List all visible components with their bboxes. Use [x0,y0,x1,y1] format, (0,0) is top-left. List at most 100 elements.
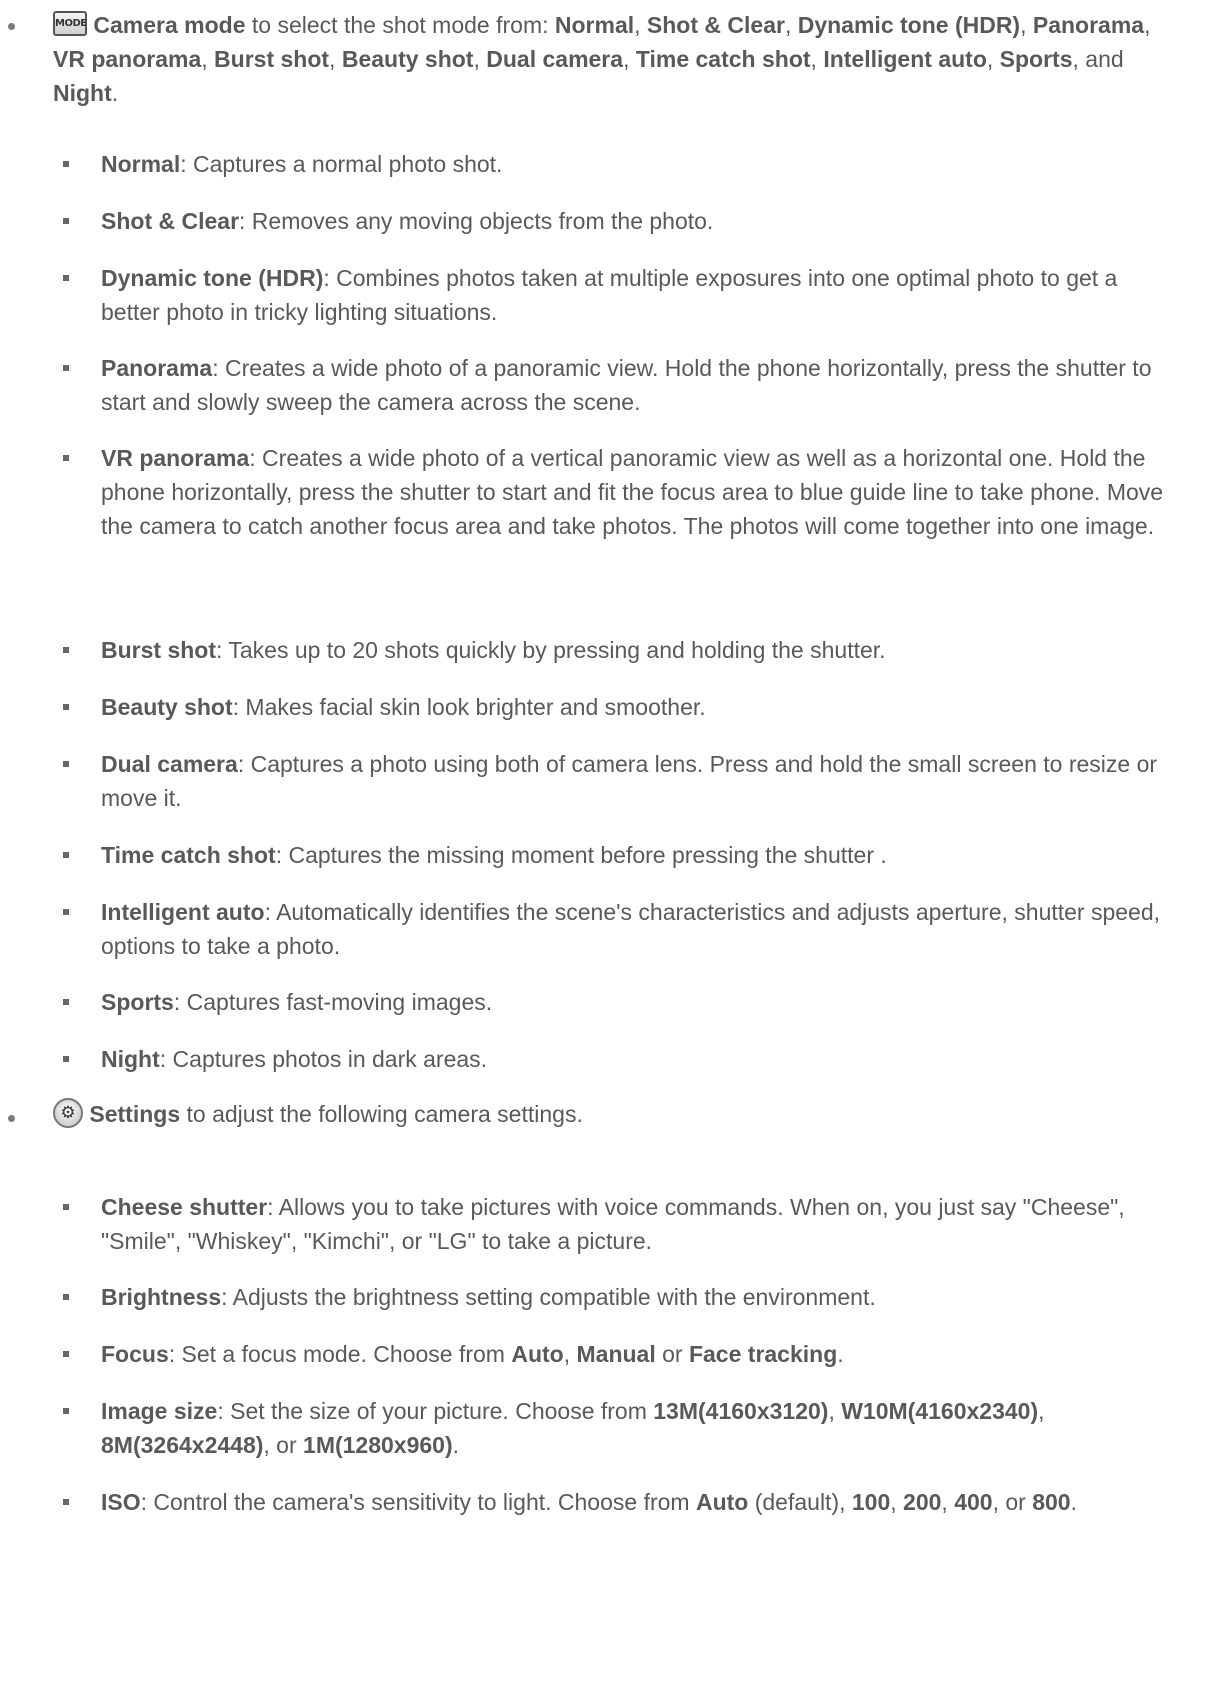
terminator: . [452,1432,460,1458]
bullet-square [63,218,69,224]
size-option-w10m: W10M(4160x2340) [841,1398,1039,1424]
iso-option-auto: Auto [695,1489,749,1515]
mode-list-separator: , and [1072,46,1124,72]
mode-icon: MODE [53,11,87,36]
gear-icon: ⚙ [53,1098,83,1128]
mode-item-sports: Sports: Captures fast-moving images. [63,985,1178,1019]
mode-list-name: Dual camera [486,46,624,72]
mode-name: Time catch shot [101,842,276,868]
mode-list-separator: , [784,12,798,38]
mode-name: Sports [101,989,174,1015]
mode-desc: : Captures a photo using both of camera … [101,751,1158,811]
separator: , [1038,1398,1045,1424]
separator: (default), [748,1489,852,1515]
settings-intro: to adjust the following camera settings. [180,1101,583,1127]
bullet-square [63,704,69,710]
setting-name: ISO [101,1489,141,1515]
setting-item-iso: ISO: Control the camera's sensitivity to… [63,1485,1178,1519]
bullet-square [63,999,69,1005]
mode-list-separator: , [1144,12,1151,38]
bullet-square [63,761,69,767]
mode-item-burst-shot: Burst shot: Takes up to 20 shots quickly… [63,633,1178,667]
mode-desc: : Captures fast-moving images. [173,989,493,1015]
mode-name: Panorama [101,355,213,381]
bullet-square [63,1294,69,1300]
bullet-square [63,1351,69,1357]
mode-list-name: VR panorama [53,46,202,72]
mode-desc: : Takes up to 20 shots quickly by pressi… [216,637,886,663]
mode-item-dual-camera: Dual camera: Captures a photo using both… [63,747,1178,815]
mode-desc: : Creates a wide photo of a panoramic vi… [101,355,1152,415]
mode-list-separator: , [623,46,636,72]
mode-item-night: Night: Captures photos in dark areas. [63,1042,1178,1076]
mode-item-panorama: Panorama: Creates a wide photo of a pano… [63,351,1178,419]
bullet-square [63,455,69,461]
mode-item-hdr: Dynamic tone (HDR): Combines photos take… [63,261,1178,329]
setting-item-focus: Focus: Set a focus mode. Choose from Aut… [63,1337,1178,1371]
setting-item-image-size: Image size: Set the size of your picture… [63,1394,1178,1462]
setting-desc: : Set the size of your picture. Choose f… [217,1398,654,1424]
bullet-square [63,852,69,858]
separator: , [941,1489,955,1515]
settings-title: Settings [89,1101,181,1127]
bullet-dot [8,1115,15,1122]
mode-name: Beauty shot [101,694,233,720]
bullet-square [63,909,69,915]
iso-option-100: 100 [851,1489,891,1515]
camera-mode-bullet: MODE Camera mode to select the shot mode… [8,8,1178,110]
bullet-dot [8,23,15,30]
mode-desc: : Creates a wide photo of a vertical pan… [101,445,1164,539]
size-option-8m: 8M(3264x2448) [101,1432,264,1458]
bullet-square [63,1056,69,1062]
mode-item-intelligent-auto: Intelligent auto: Automatically identifi… [63,895,1178,963]
bullet-square [63,1408,69,1414]
mode-desc: : Captures a normal photo shot. [180,151,503,177]
separator: , [828,1398,842,1424]
iso-option-400: 400 [954,1489,993,1515]
mode-list-name: Normal [554,12,635,38]
mode-list-name: Burst shot [214,46,330,72]
mode-list-name: Beauty shot [341,46,474,72]
mode-desc: : Captures the missing moment before pre… [275,842,887,868]
iso-option-800: 800 [1032,1489,1071,1515]
terminator: . [837,1341,844,1367]
mode-list-separator: . [111,80,119,106]
mode-list-separator: , [810,46,824,72]
mode-item-beauty-shot: Beauty shot: Makes facial skin look brig… [63,690,1178,724]
terminator: . [1070,1489,1077,1515]
mode-list-name: Panorama [1032,12,1145,38]
mode-list-separator: , [634,12,647,38]
mode-list-name: Intelligent auto [823,46,987,72]
mode-desc: : Makes facial skin look brighter and sm… [232,694,706,720]
mode-name: Intelligent auto [101,899,265,925]
setting-desc: : Set a focus mode. Choose from [168,1341,512,1367]
document-page: MODE Camera mode to select the shot mode… [0,0,1217,1699]
separator: , [890,1489,904,1515]
settings-bullet: ⚙ Settings to adjust the following camer… [8,1097,1178,1131]
focus-option-manual: Manual [576,1341,656,1367]
separator: , or [992,1489,1033,1515]
setting-desc: : Adjusts the brightness setting compati… [221,1284,876,1310]
bullet-square [63,275,69,281]
setting-item-cheese-shutter: Cheese shutter: Allows you to take pictu… [63,1190,1178,1258]
mode-name: Dynamic tone (HDR) [101,265,324,291]
mode-name: Night [101,1046,160,1072]
setting-desc: : Control the camera's sensitivity to li… [140,1489,696,1515]
mode-desc: : Removes any moving objects from the ph… [239,208,714,234]
mode-desc: : Captures photos in dark areas. [159,1046,488,1072]
mode-list-name: Night [53,80,112,106]
separator: or [655,1341,689,1367]
setting-item-brightness: Brightness: Adjusts the brightness setti… [63,1280,1178,1314]
focus-option-face-tracking: Face tracking [688,1341,838,1367]
mode-list-separator: , [473,46,487,72]
size-option-13m: 13M(4160x3120) [653,1398,829,1424]
mode-list-separator: , [329,46,342,72]
iso-option-200: 200 [903,1489,942,1515]
mode-list-name: Dynamic tone (HDR) [797,12,1021,38]
mode-list-name: Time catch shot [635,46,811,72]
bullet-square [63,365,69,371]
mode-item-time-catch: Time catch shot: Captures the missing mo… [63,838,1178,872]
mode-name: VR panorama [101,445,250,471]
bullet-square [63,1204,69,1210]
separator: , [563,1341,577,1367]
